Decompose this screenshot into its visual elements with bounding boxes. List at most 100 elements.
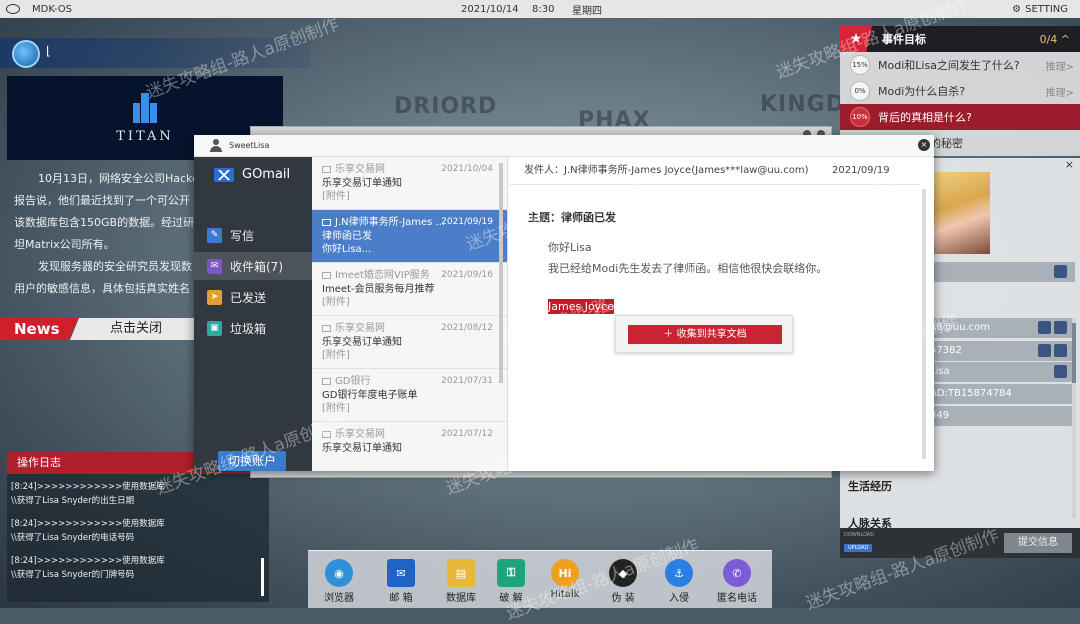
mail-list-item[interactable]: Imeet婚恋网VIP服务 2021/09/16 Imeet-会员服务每月推荐 … <box>312 263 507 316</box>
dock-label: 浏览器 <box>324 593 354 604</box>
dock-label: 入侵 <box>669 593 689 604</box>
profile-email: 88@uu.com <box>930 322 990 333</box>
os-logo-icon <box>6 4 20 14</box>
sent-icon: ➤ <box>207 289 222 305</box>
dock-disguise[interactable]: ◆ 伪 装 <box>598 559 648 604</box>
dock-label: 邮 箱 <box>389 593 413 604</box>
close-icon[interactable]: × <box>918 139 930 151</box>
mail-reader-scrollbar[interactable] <box>922 189 926 459</box>
switch-account-button[interactable]: 切换账户 <box>218 451 286 471</box>
mail-list-item[interactable]: 乐享交易网 2021/08/12 乐享交易订单通知 [附件] <box>312 316 507 369</box>
download-label: DOWNLOAD <box>844 532 875 538</box>
event-goal-item[interactable]: 0% Modi为什么自杀? 推理> <box>840 78 1080 104</box>
document-icon[interactable] <box>1054 321 1067 334</box>
mail-brand: GOmail <box>214 167 290 182</box>
mail-list-item[interactable]: 乐享交易网 2021/07/12 乐享交易订单通知 <box>312 422 507 471</box>
news-article: 10月13日，网络安全公司Hacke 报告说，他们最近找到了一个可公开 该数据库… <box>14 168 214 300</box>
avatar <box>932 172 990 254</box>
lock-icon[interactable] <box>1038 344 1051 357</box>
database-icon: ▤ <box>447 559 475 587</box>
dock-hitalk[interactable]: Hi Hitalk <box>540 559 590 600</box>
user-icon <box>210 139 222 152</box>
system-topbar: MDK-OS 2021/10/14 8:30 星期四 ⚙ SETTING <box>0 0 1080 18</box>
event-goal-item[interactable]: 10% 背后的真相是什么? <box>840 104 1080 130</box>
upload-label: UPLOAD <box>844 544 873 552</box>
collect-to-shared-doc-button[interactable]: ＋ 收集到共享文档 <box>628 325 782 344</box>
mail-date: 2021/09/16 <box>441 270 493 280</box>
setting-button[interactable]: ⚙ SETTING <box>1012 4 1068 15</box>
event-goal-question: 背后的真相是什么? <box>878 111 972 124</box>
dock-database[interactable]: ▤ 数据库 <box>436 559 486 604</box>
dock-mail[interactable]: ✉ 邮 箱 <box>376 559 426 604</box>
mail-date: 2021/07/31 <box>441 376 493 386</box>
mail-icon: ✉ <box>387 559 415 587</box>
browser-icon: ◉ <box>325 559 353 587</box>
log-entry-time: [8:24]>>>>>>>>>>>>使用数据库 <box>11 482 165 492</box>
dock-label: 数据库 <box>446 593 476 604</box>
mail-subject: GD银行年度电子账单 <box>322 390 418 401</box>
event-goal-question: 的秘密 <box>930 137 963 150</box>
chevron-left-icon[interactable]: ⌊ <box>46 44 51 58</box>
lock-icon[interactable] <box>1054 265 1067 278</box>
mail-list-scrollbar[interactable] <box>499 163 503 383</box>
news-line: 该数据库包含150GB的数据。经过研 <box>14 216 195 229</box>
disguise-icon: ◆ <box>609 559 637 587</box>
section-life-history: 生活经历 <box>848 480 892 493</box>
nav-label: 垃圾箱 <box>230 321 267 336</box>
hitalk-icon: Hi <box>551 559 579 587</box>
log-entry-text: \\获得了Lisa Snyder的电话号码 <box>11 533 135 543</box>
mail-date: 2021/08/12 <box>441 323 493 333</box>
mail-reader: 发件人：J.N律师事务所-James Joyce(James***law@uu.… <box>510 157 930 471</box>
mail-window: SweetLisa × GOmail ✎ 写信 ✉ 收件箱(7) ➤ 已发送 ▣… <box>194 135 934 471</box>
mail-list-item[interactable]: GD银行 2021/07/31 GD银行年度电子账单 [附件] <box>312 369 507 422</box>
event-goal-question: Modi和Lisa之间发生了什么? <box>878 59 1020 72</box>
mail-subject: 乐享交易订单通知 <box>322 178 402 189</box>
log-entry-time: [8:24]>>>>>>>>>>>>使用数据库 <box>11 556 165 566</box>
event-goal-question: Modi为什么自杀? <box>878 85 966 98</box>
nav-sent[interactable]: ➤ 已发送 <box>194 283 312 311</box>
lock-icon[interactable] <box>1038 321 1051 334</box>
mail-preview: [附件] <box>322 350 350 361</box>
event-goals-header[interactable]: ★ 事件目标 0/4 ^ <box>840 26 1080 52</box>
news-line: 发现服务器的安全研究员发现数 <box>38 260 192 273</box>
close-icon[interactable]: × <box>1065 158 1074 171</box>
nav-inbox[interactable]: ✉ 收件箱(7) <box>194 252 312 280</box>
nav-compose[interactable]: ✎ 写信 <box>194 221 312 249</box>
mail-date: 2021/10/04 <box>441 164 493 174</box>
mail-from: J.N律师事务所-James ... <box>335 217 446 228</box>
dock-label: 伪 装 <box>611 593 635 604</box>
mail-list-item[interactable]: 乐享交易网 2021/10/04 乐享交易订单通知 [附件] <box>312 157 507 210</box>
log-scrollbar[interactable] <box>261 558 264 596</box>
dock-crack[interactable]: ⚿ 破 解 <box>486 559 536 604</box>
mail-icon <box>322 219 331 226</box>
dock-anon-phone[interactable]: ✆ 匿名电话 <box>712 559 762 604</box>
nav-label: 收件箱(7) <box>230 259 283 274</box>
dock-browser[interactable]: ◉ 浏览器 <box>314 559 364 604</box>
mail-signature-selected[interactable]: James Joyce <box>548 299 614 314</box>
intrude-icon: ⚓ <box>665 559 693 587</box>
news-line: 坦Matrix公司所有。 <box>14 238 115 251</box>
log-entry: [8:24]>>>>>>>>>>>>使用数据库 \\获得了Lisa Snyder… <box>11 554 265 582</box>
event-goal-item[interactable]: 15% Modi和Lisa之间发生了什么? 推理> <box>840 52 1080 78</box>
dock-intrude[interactable]: ⚓ 入侵 <box>654 559 704 604</box>
mail-list-item[interactable]: J.N律师事务所-James ... 2021/09/19 律师函已发 你好Li… <box>312 210 507 263</box>
profile-scroll-thumb[interactable] <box>1072 323 1076 383</box>
mail-subject: 律师函已发 <box>322 231 372 242</box>
nav-trash[interactable]: ▣ 垃圾箱 <box>194 314 312 342</box>
news-line: 报告说，他们最近找到了一个可公开 <box>14 194 190 207</box>
mail-subject-title: 主题：律师函已发 <box>528 211 616 224</box>
lock-icon[interactable] <box>1054 365 1067 378</box>
mail-icon <box>322 378 331 385</box>
mail-date: 2021/09/19 <box>441 217 493 227</box>
reason-link[interactable]: 推理> <box>1046 58 1074 73</box>
progress-badge: 15% <box>850 55 870 75</box>
profile-id: AD:TB15874784 <box>930 388 1012 399</box>
nav-label: 已发送 <box>230 290 267 305</box>
profile-footer: DOWNLOAD UPLOAD 提交信息 <box>840 528 1080 558</box>
inbox-icon: ✉ <box>207 258 222 274</box>
submit-info-button[interactable]: 提交信息 <box>1004 533 1072 553</box>
event-goals-title: 事件目标 <box>882 33 926 46</box>
news-tag: News <box>0 318 78 340</box>
reason-link[interactable]: 推理> <box>1046 84 1074 99</box>
document-icon[interactable] <box>1054 344 1067 357</box>
